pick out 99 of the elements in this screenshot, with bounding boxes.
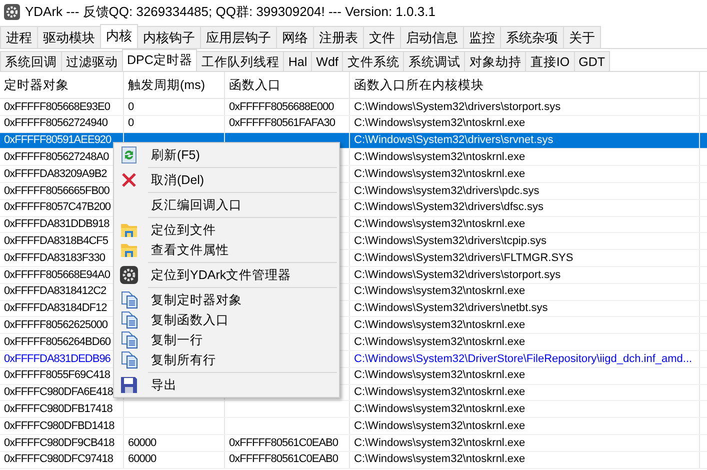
tab[interactable]: 直接IO xyxy=(525,51,575,71)
table-cell-text: C:\Windows\System32\drivers\storport.sys xyxy=(354,100,561,115)
table-cell-text: 0 xyxy=(128,100,134,115)
menu-item[interactable]: 定位到文件 xyxy=(114,220,339,240)
table-cell-text: 0xFFFFF8056688E000 xyxy=(229,100,334,115)
tab[interactable]: Wdf xyxy=(311,51,344,71)
folder-icon xyxy=(120,241,138,259)
table-cell-text: 0xFFFFDA83209A9B2 xyxy=(4,166,107,182)
menu-item[interactable]: 反汇编回调入口 xyxy=(114,195,339,215)
table-cell-text: C:\Windows\system32\ntoskrnl.exe xyxy=(354,368,526,384)
table-cell-text: C:\Windows\system32\ntoskrnl.exe xyxy=(354,418,526,434)
copy-icon xyxy=(120,311,138,329)
tab[interactable]: 文件系统 xyxy=(342,51,404,71)
tab[interactable]: 过滤驱动 xyxy=(61,51,123,71)
close-icon xyxy=(120,171,138,189)
table-cell-text: 0xFFFFF8057C47B200 xyxy=(4,200,111,216)
tab[interactable]: GDT xyxy=(574,51,610,71)
table-cell-text: 0xFFFFC980DFC97418 xyxy=(4,452,113,468)
table-cell-text: 0xFFFFC980DFA6E418 xyxy=(4,385,113,400)
table-cell-text: 0xFFFFDA83183F330 xyxy=(4,250,105,266)
tab[interactable]: 注册表 xyxy=(313,26,364,48)
save-icon xyxy=(120,376,138,394)
tab[interactable]: 工作队列线程 xyxy=(196,51,284,71)
menu-item[interactable]: 复制定时器对象 xyxy=(114,290,339,310)
menu-item[interactable]: 定位到YDArk文件管理器 xyxy=(114,265,339,285)
table-cell-text: 0 xyxy=(128,116,134,132)
tab[interactable]: 应用层钩子 xyxy=(200,26,277,48)
table-cell-text: C:\Windows\system32\ntoskrnl.exe xyxy=(354,166,526,182)
tab[interactable]: 系统杂项 xyxy=(500,26,564,48)
table-cell-text: C:\Windows\system32\ntoskrnl.exe xyxy=(354,217,526,232)
gear-icon xyxy=(120,266,138,284)
table-cell-text: 0xFFFFF80562724940 xyxy=(4,116,108,132)
table-cell-text: 0xFFFFC980DF9CB418 xyxy=(4,436,114,451)
tab[interactable]: 网络 xyxy=(276,26,314,48)
copy-icon xyxy=(120,291,138,309)
table-cell-text: 0xFFFFDA8318B4CF5 xyxy=(4,234,108,250)
table-cell-text: C:\Windows\system32\ntoskrnl.exe xyxy=(354,116,526,132)
table-cell-text: C:\Windows\system32\ntoskrnl.exe xyxy=(354,452,526,468)
table-cell-text: 0xFFFFDA83184DF12 xyxy=(4,301,107,316)
table-cell-text: 0xFFFFF80561C0EAB0 xyxy=(229,436,338,451)
table-cell-text: C:\Windows\system32\ntoskrnl.exe xyxy=(354,436,526,451)
menu-item[interactable]: 复制一行 xyxy=(114,330,339,350)
table-cell-text: 0xFFFFF8056665FB00 xyxy=(4,184,110,199)
column-header[interactable]: 函数入口 xyxy=(225,72,350,98)
tab[interactable]: 系统调试 xyxy=(403,51,466,71)
menu-item[interactable]: 查看文件属性 xyxy=(114,240,339,260)
table-cell-text: 0xFFFFDA8318412C2 xyxy=(4,284,106,300)
menu-item[interactable]: 取消(Del) xyxy=(114,170,339,190)
table-cell-text: 60000 xyxy=(128,436,156,451)
table-cell-text: 0xFFFFDA831DDB918 xyxy=(4,217,110,232)
table-cell-text: 0xFFFFC980DFB17418 xyxy=(4,402,112,417)
table-cell-text: 0xFFFFF80561FAFA30 xyxy=(229,116,335,132)
tab[interactable]: 关于 xyxy=(563,26,601,48)
table-cell-text: C:\Windows\system32\ntoskrnl.exe xyxy=(354,385,526,400)
table-cell-text: 0xFFFFF805627248A0 xyxy=(4,150,109,166)
tab[interactable]: 文件 xyxy=(363,26,401,48)
table-cell-text: C:\Windows\System32\drivers\srvnet.sys xyxy=(354,133,554,148)
table-cell-text: 0xFFFFF8056264BD60 xyxy=(4,334,111,350)
tab[interactable]: Hal xyxy=(283,51,312,71)
table-cell-text: C:\Windows\System32\drivers\FLTMGR.SYS xyxy=(354,250,574,266)
folder-icon xyxy=(120,221,138,239)
column-header[interactable]: 触发周期(ms) xyxy=(124,72,225,98)
tab[interactable]: 内核钩子 xyxy=(137,26,201,48)
table-cell-text: C:\Windows\System32\drivers\netbt.sys xyxy=(354,301,548,316)
tab[interactable]: 对象劫持 xyxy=(464,51,526,71)
table-cell-text: C:\Windows\System32\drivers\tcpip.sys xyxy=(354,234,547,250)
table-cell-text: C:\Windows\System32\drivers\storport.sys xyxy=(354,268,561,283)
table-cell-text: C:\Windows\system32\drivers\pdc.sys xyxy=(354,184,540,199)
table-cell-text: 0xFFFFDA831DEDB96 xyxy=(4,352,110,367)
table-cell-text: C:\Windows\system32\ntoskrnl.exe xyxy=(354,334,526,350)
menu-item[interactable]: 导出 xyxy=(114,375,339,395)
table-cell-text: 60000 xyxy=(128,452,156,468)
table-cell-text: C:\Windows\System32\DriverStore\FileRepository\iigd_dch.inf_amd... xyxy=(354,352,692,367)
column-header[interactable]: 函数入口所在内核模块 xyxy=(350,72,700,98)
app-gear-icon xyxy=(4,4,20,20)
table-cell-text: 0xFFFFF8055F69C418 xyxy=(4,368,110,384)
table-cell-text: 0xFFFFF805668E94A0 xyxy=(4,268,110,283)
table-cell-text: 0xFFFFF80561C0EAB0 xyxy=(229,452,338,468)
table-cell-text: C:\Windows\system32\ntoskrnl.exe xyxy=(354,402,526,417)
table-cell-text: 0xFFFFF80562625000 xyxy=(4,318,108,334)
table-cell-text: 0xFFFFF80591AEE920 xyxy=(4,133,112,148)
tab[interactable]: 启动信息 xyxy=(400,26,464,48)
refresh-icon xyxy=(120,146,138,164)
window-title: YDArk --- 反馈QQ: 3269334485; QQ群: 399309204! --- Version: 1.0.3.1 xyxy=(25,3,436,22)
menu-item[interactable]: 复制所有行 xyxy=(114,350,339,370)
table-cell-text: C:\Windows\System32\drivers\dfsc.sys xyxy=(354,200,544,216)
column-header[interactable]: 定时器对象 xyxy=(0,72,124,98)
table-cell-text: C:\Windows\system32\ntoskrnl.exe xyxy=(354,150,526,166)
tab[interactable]: 监控 xyxy=(463,26,501,48)
menu-item[interactable]: 复制函数入口 xyxy=(114,310,339,330)
tab[interactable]: 进程 xyxy=(0,26,38,48)
tab[interactable]: 驱动模块 xyxy=(37,26,101,48)
table-cell-text: C:\Windows\system32\ntoskrnl.exe xyxy=(354,318,526,334)
table-cell-text: C:\Windows\system32\ntoskrnl.exe xyxy=(354,284,526,300)
tab[interactable]: 系统回调 xyxy=(0,51,62,71)
table-cell-text: 0xFFFFF805668E93E0 xyxy=(4,100,110,115)
copy-icon xyxy=(120,351,138,369)
table-cell-text: 0xFFFFC980DFBD1418 xyxy=(4,418,114,434)
copy-icon xyxy=(120,331,138,349)
